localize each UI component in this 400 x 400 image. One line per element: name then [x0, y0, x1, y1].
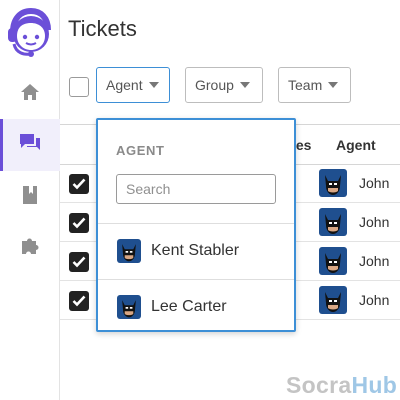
agent-name: John: [359, 253, 390, 269]
agent-avatar: [319, 169, 347, 197]
agent-option-label: Kent Stabler: [151, 242, 240, 259]
row-checkbox[interactable]: [69, 291, 89, 311]
dropdown-heading: AGENT: [116, 143, 165, 158]
group-filter-label: Group: [195, 77, 234, 93]
home-icon: [20, 83, 40, 106]
team-filter-button[interactable]: Team: [278, 67, 351, 103]
caret-down-icon: [328, 82, 339, 88]
book-icon: [22, 185, 38, 210]
agent-avatar: [319, 286, 347, 314]
caret-down-icon: [239, 82, 250, 88]
column-header-agent[interactable]: Agent: [336, 137, 376, 153]
sidebar-item-tickets[interactable]: [0, 119, 60, 171]
row-checkbox[interactable]: [69, 213, 89, 233]
sidebar-item-integrations[interactable]: [0, 222, 60, 274]
agent-option-kent-stabler[interactable]: Kent Stabler: [98, 224, 294, 278]
puzzle-icon: [20, 236, 40, 261]
watermark-part: Hub: [351, 372, 398, 398]
agent-search-input[interactable]: [116, 174, 276, 204]
agent-name: John: [359, 214, 390, 230]
caret-down-icon: [148, 82, 159, 88]
agent-option-lee-carter[interactable]: Lee Carter: [98, 280, 294, 334]
agent-name: John: [359, 292, 390, 308]
sidebar-item-knowledge-base[interactable]: [0, 171, 60, 223]
socrahub-watermark: SocraHub: [286, 372, 397, 399]
agent-filter-dropdown: AGENT Kent Stabler Lee Carter: [96, 118, 296, 332]
agent-filter-button[interactable]: Agent: [96, 67, 170, 103]
agent-avatar: [319, 247, 347, 275]
team-filter-label: Team: [288, 77, 323, 93]
row-checkbox[interactable]: [69, 174, 89, 194]
watermark-part: Socra: [286, 372, 352, 398]
row-checkbox[interactable]: [69, 252, 89, 272]
page-title: Tickets: [68, 16, 137, 41]
agent-avatar: [117, 239, 141, 263]
agent-filter-label: Agent: [106, 77, 143, 93]
agent-avatar: [117, 295, 141, 319]
sidebar-item-home[interactable]: [0, 68, 60, 120]
chat-bubbles-icon: [19, 133, 41, 158]
select-all-checkbox[interactable]: [69, 77, 89, 97]
support-agent-logo-icon[interactable]: [4, 6, 56, 58]
sidebar: [0, 0, 60, 400]
agent-option-label: Lee Carter: [151, 298, 227, 315]
agent-name: John: [359, 175, 390, 191]
group-filter-button[interactable]: Group: [185, 67, 263, 103]
agent-avatar: [319, 208, 347, 236]
